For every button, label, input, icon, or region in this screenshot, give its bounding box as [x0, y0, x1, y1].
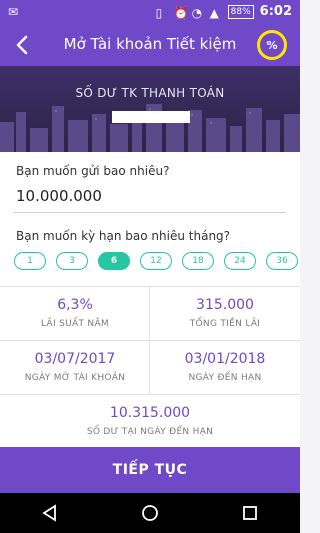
interest-rate-value: 6,3% — [57, 297, 93, 313]
status-icons: ▯ ⏰ ◔ ▲ 88% 6:02 — [155, 4, 292, 20]
maturity-balance-value: 10.315.000 — [109, 405, 191, 421]
interest-rate-label: LÃI SUẤT NĂM — [41, 319, 109, 329]
amount-underline — [14, 212, 286, 213]
city-skyline-graphic — [0, 104, 300, 152]
term-selector: 1 3 6 12 18 24 36 — [14, 252, 298, 270]
continue-button[interactable]: TIẾP TỤC — [0, 447, 300, 493]
back-arrow-icon[interactable] — [10, 32, 36, 58]
message-icon: ✉ — [8, 5, 19, 19]
term-chip-6[interactable]: 6 — [98, 252, 130, 270]
open-date-cell: 03/07/2017 NGÀY MỞ TÀI KHOẢN — [0, 340, 150, 394]
amount-question: Bạn muốn gửi bao nhiêu? — [16, 164, 170, 178]
maturity-date-cell: 03/01/2018 NGÀY ĐẾN HẠN — [150, 340, 300, 394]
nav-recent-apps-icon[interactable] — [239, 502, 261, 524]
total-interest-label: TỔNG TIỀN LÃI — [189, 319, 261, 329]
grid-divider — [149, 286, 150, 394]
account-balance-banner: SỐ DƯ TK THANH TOÁN — [0, 66, 300, 152]
status-time: 6:02 — [259, 4, 292, 19]
hidden-balance — [112, 111, 190, 123]
app-bar: Mở Tài khoản Tiết kiệm % — [0, 24, 300, 66]
page-title: Mở Tài khoản Tiết kiệm — [63, 35, 237, 53]
term-question: Bạn muốn kỳ hạn bao nhiêu tháng? — [16, 229, 231, 243]
percent-icon[interactable]: % — [257, 30, 287, 60]
term-chip-18[interactable]: 18 — [182, 252, 214, 270]
term-chip-24[interactable]: 24 — [224, 252, 256, 270]
status-bar: ✉ ▯ ⏰ ◔ ▲ 88% 6:02 — [0, 0, 300, 24]
term-chip-1[interactable]: 1 — [14, 252, 46, 270]
balance-label: SỐ DƯ TK THANH TOÁN — [75, 86, 225, 100]
open-date-value: 03/07/2017 — [34, 351, 116, 367]
wifi-icon: ◔ — [191, 5, 203, 20]
nav-back-icon[interactable] — [39, 502, 61, 524]
term-chip-12[interactable]: 12 — [140, 252, 172, 270]
vibrate-icon: ▯ — [155, 5, 163, 20]
percent-label: % — [266, 38, 278, 52]
notification-icons: ✉ — [8, 5, 20, 19]
signal-icon: ▲ — [209, 5, 219, 20]
open-date-label: NGÀY MỞ TÀI KHOẢN — [24, 373, 126, 383]
maturity-balance-cell: 10.315.000 SỐ DƯ TẠI NGÀY ĐẾN HẠN — [0, 394, 300, 446]
alarm-icon: ⏰ — [173, 5, 189, 20]
maturity-balance-label: SỐ DƯ TẠI NGÀY ĐẾN HẠN — [86, 427, 214, 437]
term-chip-36[interactable]: 36 — [266, 252, 298, 270]
interest-rate-cell: 6,3% LÃI SUẤT NĂM — [0, 286, 150, 340]
battery-level: 88% — [227, 4, 254, 19]
term-chip-3[interactable]: 3 — [56, 252, 88, 270]
amount-input[interactable]: 10.000.000 — [16, 187, 102, 205]
savings-form: Bạn muốn gửi bao nhiêu? 10.000.000 Bạn m… — [0, 152, 300, 447]
total-interest-cell: 315.000 TỔNG TIỀN LÃI — [150, 286, 300, 340]
maturity-date-value: 03/01/2018 — [184, 351, 266, 367]
total-interest-value: 315.000 — [196, 297, 254, 313]
system-nav-bar — [0, 493, 300, 533]
maturity-date-label: NGÀY ĐẾN HẠN — [188, 373, 262, 383]
nav-home-icon[interactable] — [139, 502, 161, 524]
